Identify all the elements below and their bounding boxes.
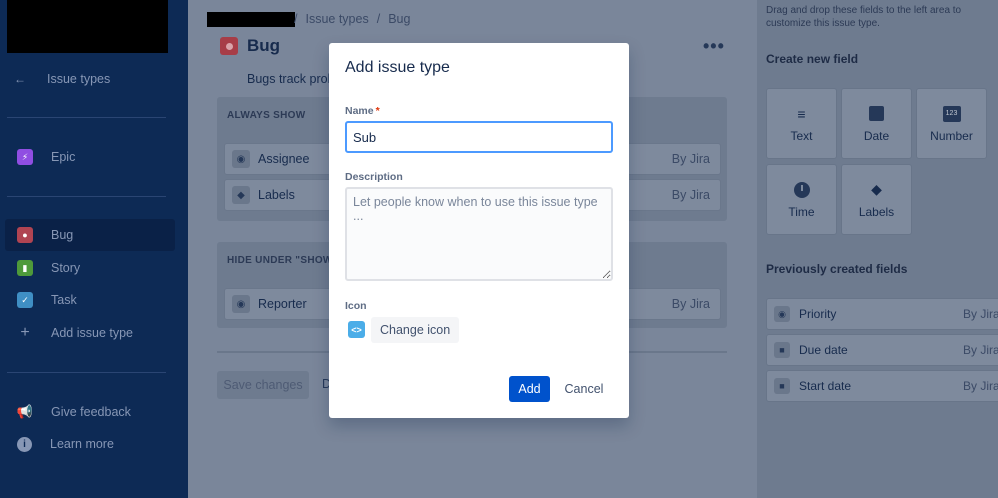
calendar-icon: ■ — [774, 378, 790, 394]
field-label: Due date — [799, 343, 848, 357]
redacted-logo — [7, 0, 168, 53]
redacted-project-name — [207, 12, 295, 27]
fields-panel — [757, 0, 998, 498]
divider — [7, 117, 166, 118]
bug-icon[interactable] — [220, 37, 238, 55]
panel-hint: Drag and drop these fields to the left a… — [766, 5, 962, 29]
back-label: Issue types — [47, 72, 111, 86]
tile-time[interactable]: Time — [766, 164, 837, 235]
bug-icon: ● — [17, 227, 33, 243]
user-icon: ◉ — [232, 295, 250, 313]
field-label: Assignee — [258, 152, 310, 166]
field-due-date[interactable]: ■ Due date By Jira — [766, 334, 998, 366]
save-changes-button[interactable]: Save changes — [217, 371, 309, 399]
sidebar-item-task[interactable]: ✓ Task — [5, 284, 175, 316]
divider — [7, 196, 166, 197]
back-to-issue-types[interactable]: ← Issue types — [14, 70, 110, 88]
change-icon-button[interactable]: Change icon — [371, 317, 460, 343]
sidebar-item-label: Learn more — [50, 437, 114, 451]
tag-icon: ◆ — [871, 181, 882, 197]
calendar-icon: ■ — [774, 342, 790, 358]
tile-label: Time — [788, 204, 815, 219]
field-label: Priority — [799, 307, 837, 321]
sidebar-item-bug[interactable]: ● Bug — [5, 219, 175, 251]
tile-label: Labels — [858, 204, 895, 219]
number-icon: 123 — [942, 105, 961, 123]
tile-label: Text — [790, 128, 813, 143]
name-label: Name * — [345, 105, 380, 117]
info-icon: i — [17, 436, 32, 452]
tile-text[interactable]: ≡ Text — [766, 88, 837, 159]
arrow-left-icon: ← — [14, 72, 26, 86]
breadcrumb-separator: / — [376, 12, 381, 26]
more-actions-icon[interactable]: ••• — [703, 36, 725, 57]
sidebar-item-give-feedback[interactable]: 📢 Give feedback — [5, 396, 175, 428]
previous-fields-header: Previously created fields — [766, 262, 908, 276]
sidebar-item-label: Add issue type — [51, 326, 133, 340]
required-asterisk: * — [375, 105, 380, 117]
clock-icon — [793, 181, 810, 199]
megaphone-icon: 📢 — [16, 404, 34, 419]
description-textarea[interactable] — [345, 187, 613, 281]
sidebar-item-learn-more[interactable]: i Learn more — [5, 428, 175, 460]
description-label: Description — [345, 171, 403, 183]
plus-icon: + — [20, 324, 30, 341]
cancel-button[interactable]: Cancel — [559, 376, 609, 402]
name-input[interactable] — [345, 121, 613, 153]
dialog-title: Add issue type — [345, 59, 450, 76]
breadcrumb-issue-types[interactable]: Issue types — [305, 12, 368, 26]
sidebar-item-label: Task — [51, 293, 77, 307]
tile-labels[interactable]: ◆ Labels — [841, 164, 912, 235]
issue-type-description[interactable]: Bugs track problems or errors. — [247, 72, 329, 86]
field-start-date[interactable]: ■ Start date By Jira — [766, 370, 998, 402]
sidebar-item-epic[interactable]: ⚡ Epic — [5, 141, 175, 173]
add-issue-type-dialog: Add issue type Name* Description Icon <>… — [329, 43, 629, 418]
field-source: By Jira — [963, 307, 998, 321]
tile-label: Number — [930, 128, 973, 143]
checkmark-icon: ✓ — [17, 292, 33, 308]
field-source: By Jira — [963, 343, 998, 357]
page-header: Bug — [220, 36, 280, 56]
priority-icon: ◉ — [774, 306, 790, 322]
tile-label: Date — [863, 128, 890, 143]
lightning-icon: ⚡ — [17, 149, 33, 165]
sidebar-item-label: Bug — [51, 228, 74, 242]
page-title[interactable]: Bug — [247, 36, 280, 56]
breadcrumb-current[interactable]: Bug — [388, 12, 410, 26]
sidebar-item-label: Give feedback — [51, 405, 131, 419]
user-icon: ◉ — [232, 150, 250, 168]
field-label: Labels — [258, 188, 295, 202]
field-source: By Jira — [963, 379, 998, 393]
field-source: By Jira — [671, 188, 710, 202]
field-source: By Jira — [671, 152, 710, 166]
field-label: Start date — [799, 379, 852, 393]
sidebar-item-story[interactable]: ▮ Story — [5, 252, 175, 284]
add-button[interactable]: Add — [509, 376, 550, 402]
sidebar: ← Issue types ⚡ Epic ● Bug ▮ Story ✓ Tas… — [0, 0, 188, 498]
sidebar-item-add-issue-type[interactable]: + Add issue type — [5, 317, 175, 349]
bookmark-icon: ▮ — [17, 260, 33, 276]
sidebar-item-label: Story — [51, 261, 81, 275]
tag-icon: ◆ — [232, 186, 250, 204]
tile-date[interactable]: Date — [841, 88, 912, 159]
field-label: Reporter — [258, 297, 307, 311]
breadcrumb: / Issue types / Bug — [294, 12, 410, 26]
icon-label: Icon — [345, 300, 367, 312]
divider — [7, 372, 166, 373]
breadcrumb-separator: / — [294, 12, 298, 26]
text-icon: ≡ — [797, 105, 806, 122]
field-source: By Jira — [671, 297, 710, 311]
create-field-header: Create new field — [766, 52, 859, 66]
tile-number[interactable]: 123 Number — [916, 88, 987, 159]
sidebar-item-label: Epic — [51, 150, 76, 164]
field-priority[interactable]: ◉ Priority By Jira — [766, 298, 998, 330]
calendar-icon — [869, 105, 884, 123]
code-icon: <> — [348, 321, 365, 338]
